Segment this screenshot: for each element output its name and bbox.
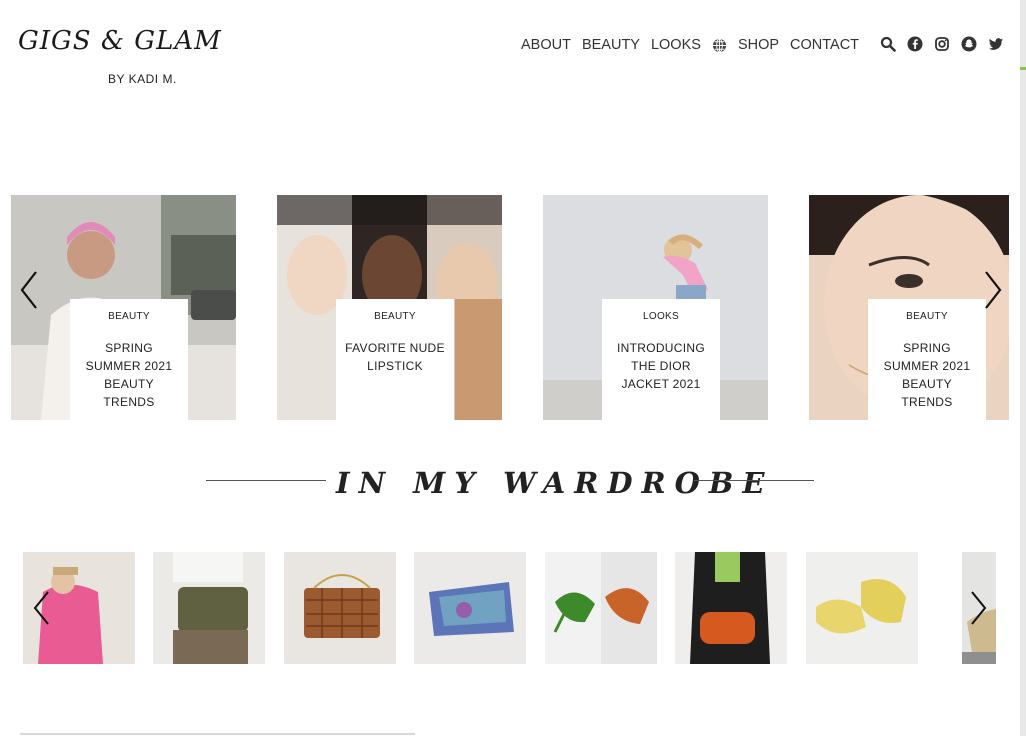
title-rule-left [206, 480, 326, 481]
snapchat-icon[interactable] [961, 36, 978, 53]
globe-icon[interactable] [712, 37, 727, 53]
wardrobe-item[interactable] [806, 552, 918, 664]
card-title[interactable]: FAVORITE NUDE LIPSTICK [336, 339, 454, 375]
nav-beauty[interactable]: BEAUTY [582, 37, 640, 53]
wardrobe-item-photo [153, 552, 265, 664]
wardrobe-item-photo [675, 552, 787, 664]
wardrobe-item[interactable] [153, 552, 265, 664]
twitter-icon[interactable] [988, 36, 1005, 53]
scroll-accent-line [1020, 67, 1026, 70]
card-caption: BEAUTY SPRING SUMMER 2021 BEAUTY TRENDS [868, 299, 986, 420]
page-scrollbar[interactable] [1020, 0, 1026, 736]
card-category[interactable]: LOOKS [602, 311, 720, 322]
nav-shop[interactable]: SHOP [738, 37, 779, 53]
wardrobe-item-photo [806, 552, 918, 664]
nav-contact[interactable]: CONTACT [790, 37, 859, 53]
featured-card[interactable]: BEAUTY FAVORITE NUDE LIPSTICK [277, 195, 502, 420]
wardrobe-prev-arrow[interactable] [30, 588, 52, 628]
card-category[interactable]: BEAUTY [70, 311, 188, 322]
card-category[interactable]: BEAUTY [336, 311, 454, 322]
card-caption: LOOKS INTRODUCING THE DIOR JACKET 2021 [602, 299, 720, 420]
wardrobe-item-photo [284, 552, 396, 664]
main-nav: ABOUT BEAUTY LOOKS SHOP CONTACT [521, 36, 859, 54]
featured-card[interactable]: BEAUTY SPRING SUMMER 2021 BEAUTY TRENDS [11, 195, 236, 420]
wardrobe-item[interactable] [414, 552, 526, 664]
featured-card[interactable]: BEAUTY SPRING SUMMER 2021 BEAUTY TRENDS [809, 195, 1009, 420]
instagram-icon[interactable] [934, 36, 951, 53]
section-divider [20, 733, 415, 735]
wardrobe-item-photo [545, 552, 657, 664]
search-icon[interactable] [880, 36, 897, 53]
wardrobe-item[interactable] [675, 552, 787, 664]
wardrobe-title: IN MY WARDROBE [336, 466, 774, 500]
carousel-next-arrow[interactable] [982, 270, 1004, 310]
featured-card[interactable]: LOOKS INTRODUCING THE DIOR JACKET 2021 [543, 195, 768, 420]
logo-subtitle: BY KADI M. [108, 72, 177, 86]
wardrobe-item[interactable] [284, 552, 396, 664]
card-caption: BEAUTY SPRING SUMMER 2021 BEAUTY TRENDS [70, 299, 188, 420]
logo-title: GIGS & GLAM [18, 26, 222, 56]
wardrobe-item-photo [414, 552, 526, 664]
nav-looks[interactable]: LOOKS [651, 37, 701, 53]
site-logo[interactable]: GIGS & GLAM BY KADI M. [18, 26, 221, 96]
wardrobe-next-arrow[interactable] [968, 588, 990, 628]
card-caption: BEAUTY FAVORITE NUDE LIPSTICK [336, 299, 454, 420]
nav-about[interactable]: ABOUT [521, 37, 571, 53]
social-icons [880, 36, 1005, 53]
card-category[interactable]: BEAUTY [868, 311, 986, 322]
carousel-prev-arrow[interactable] [18, 270, 40, 310]
wardrobe-item[interactable] [545, 552, 657, 664]
card-title[interactable]: SPRING SUMMER 2021 BEAUTY TRENDS [70, 339, 188, 411]
facebook-icon[interactable] [907, 36, 924, 53]
card-title[interactable]: SPRING SUMMER 2021 BEAUTY TRENDS [868, 339, 986, 411]
card-title[interactable]: INTRODUCING THE DIOR JACKET 2021 [602, 339, 720, 393]
title-rule-right [694, 480, 814, 481]
